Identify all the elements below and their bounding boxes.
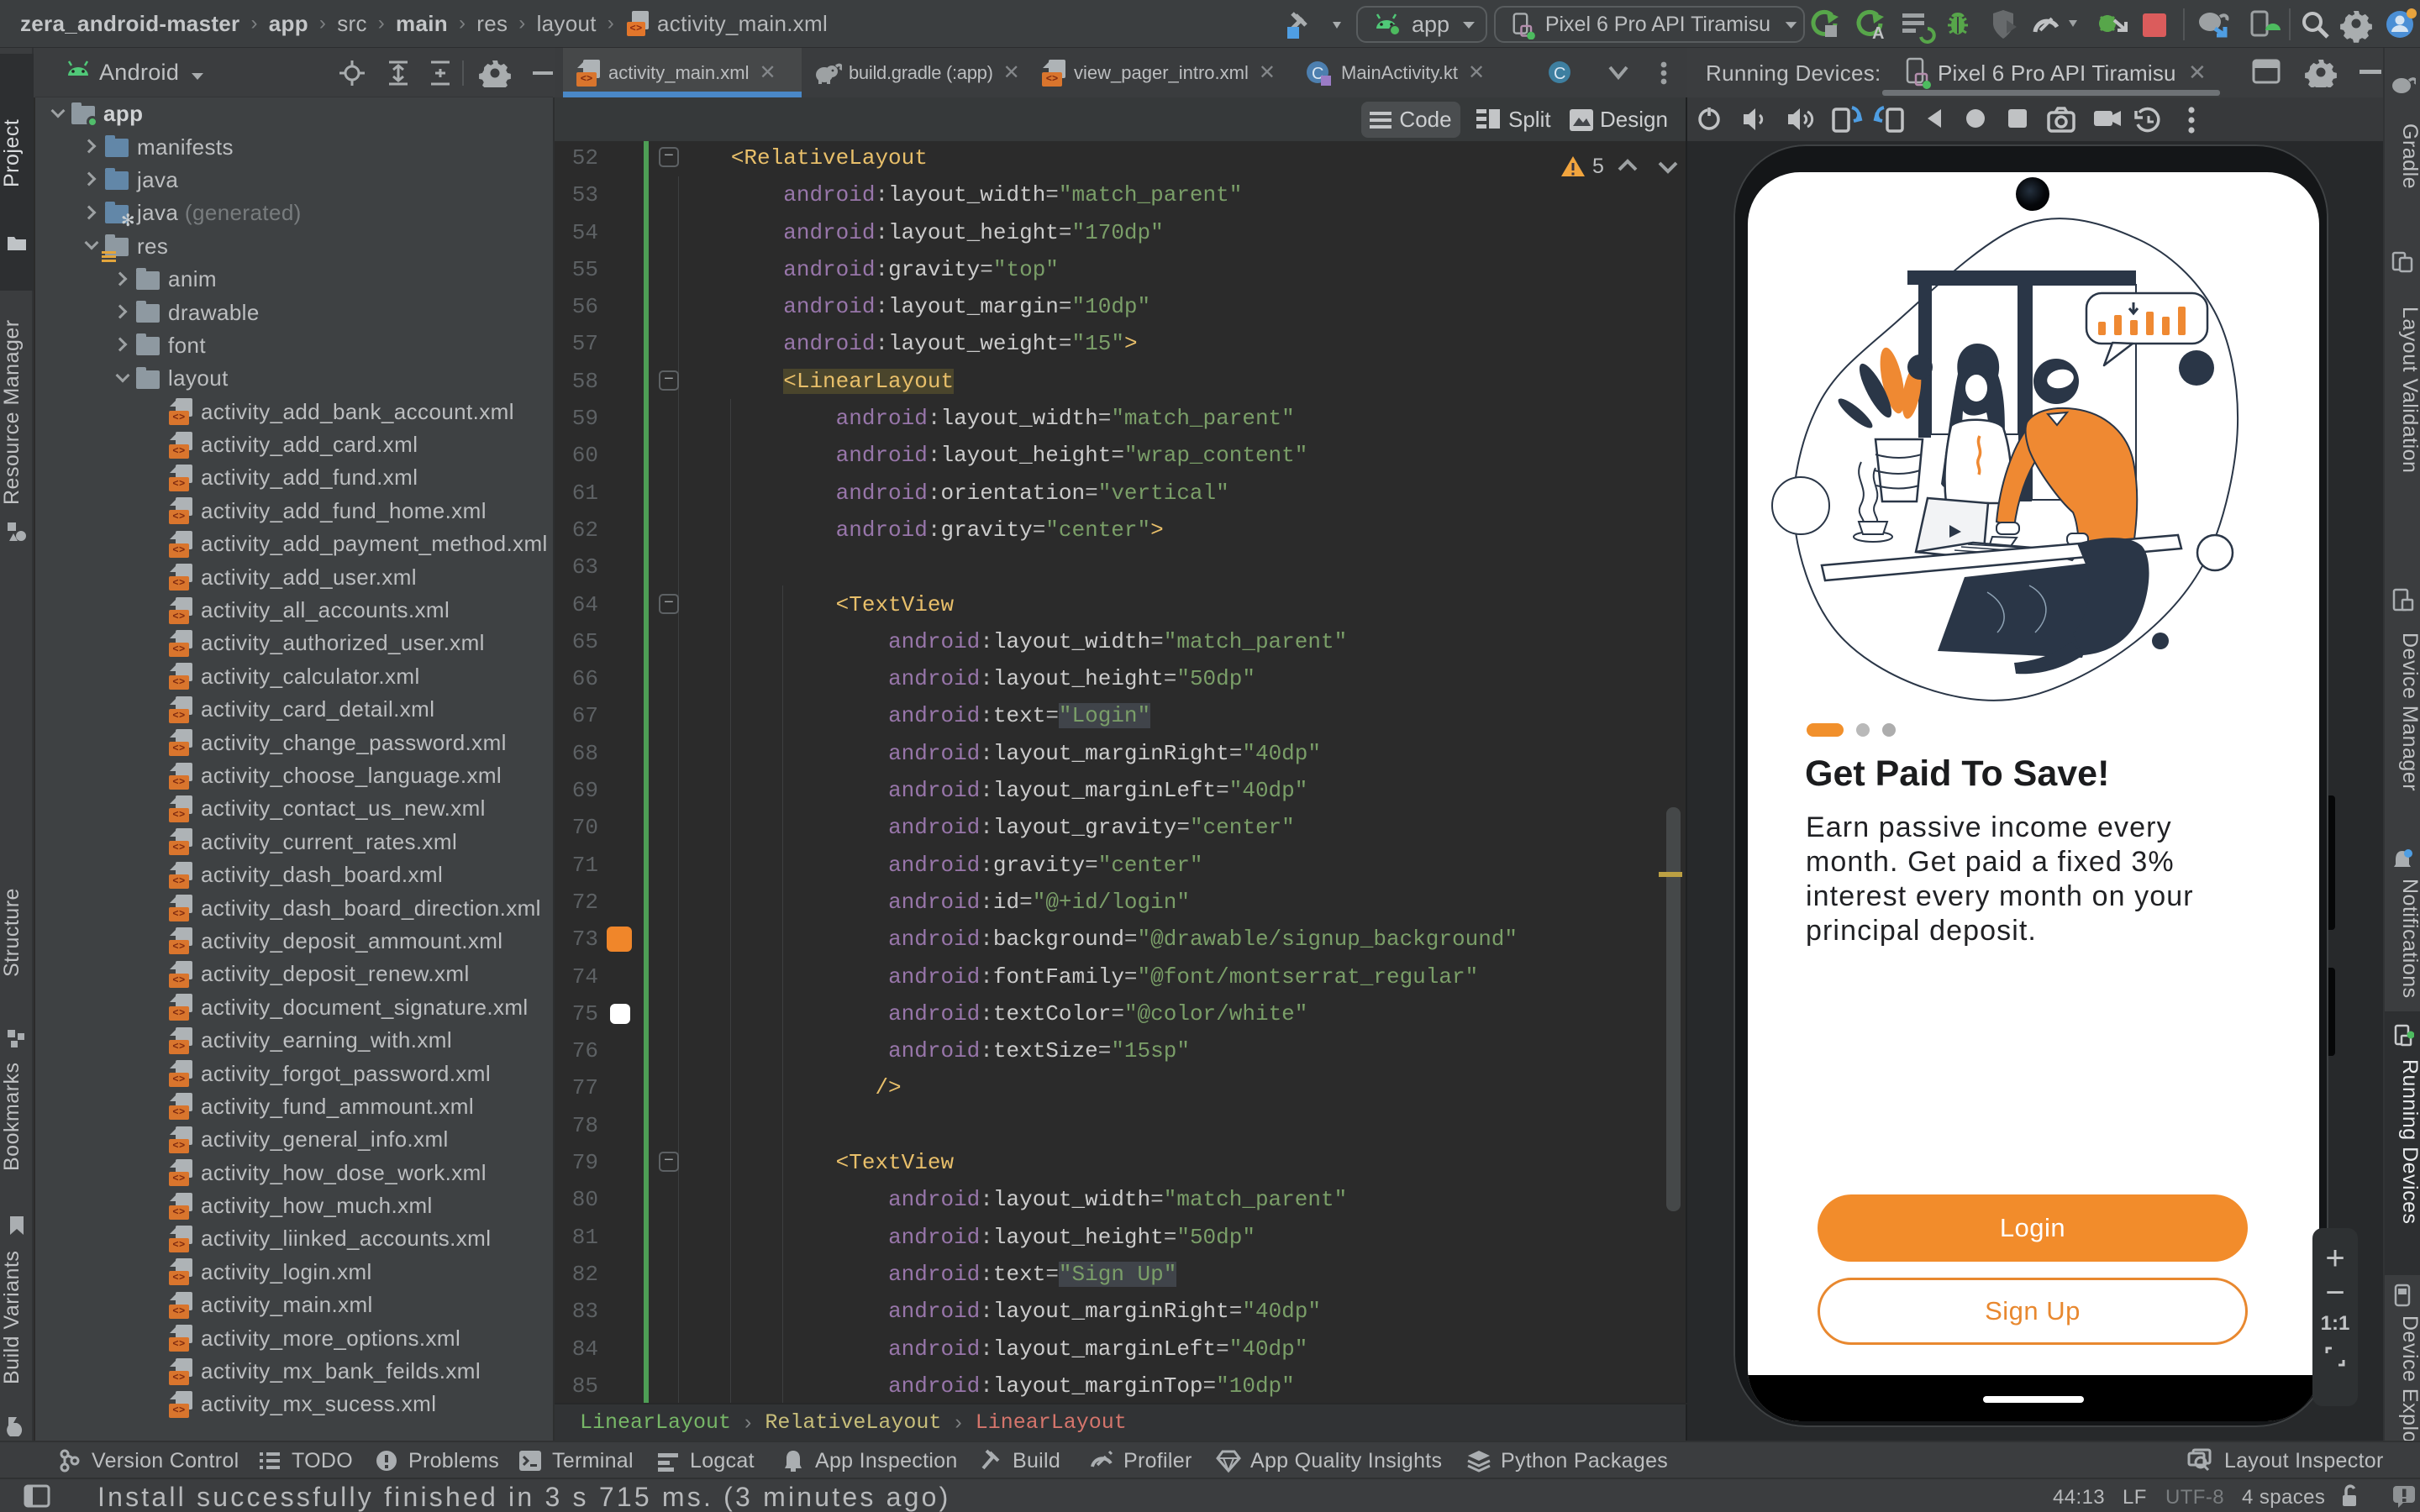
svg-text:C: C	[1554, 65, 1565, 83]
svg-text:A: A	[1872, 24, 1884, 43]
